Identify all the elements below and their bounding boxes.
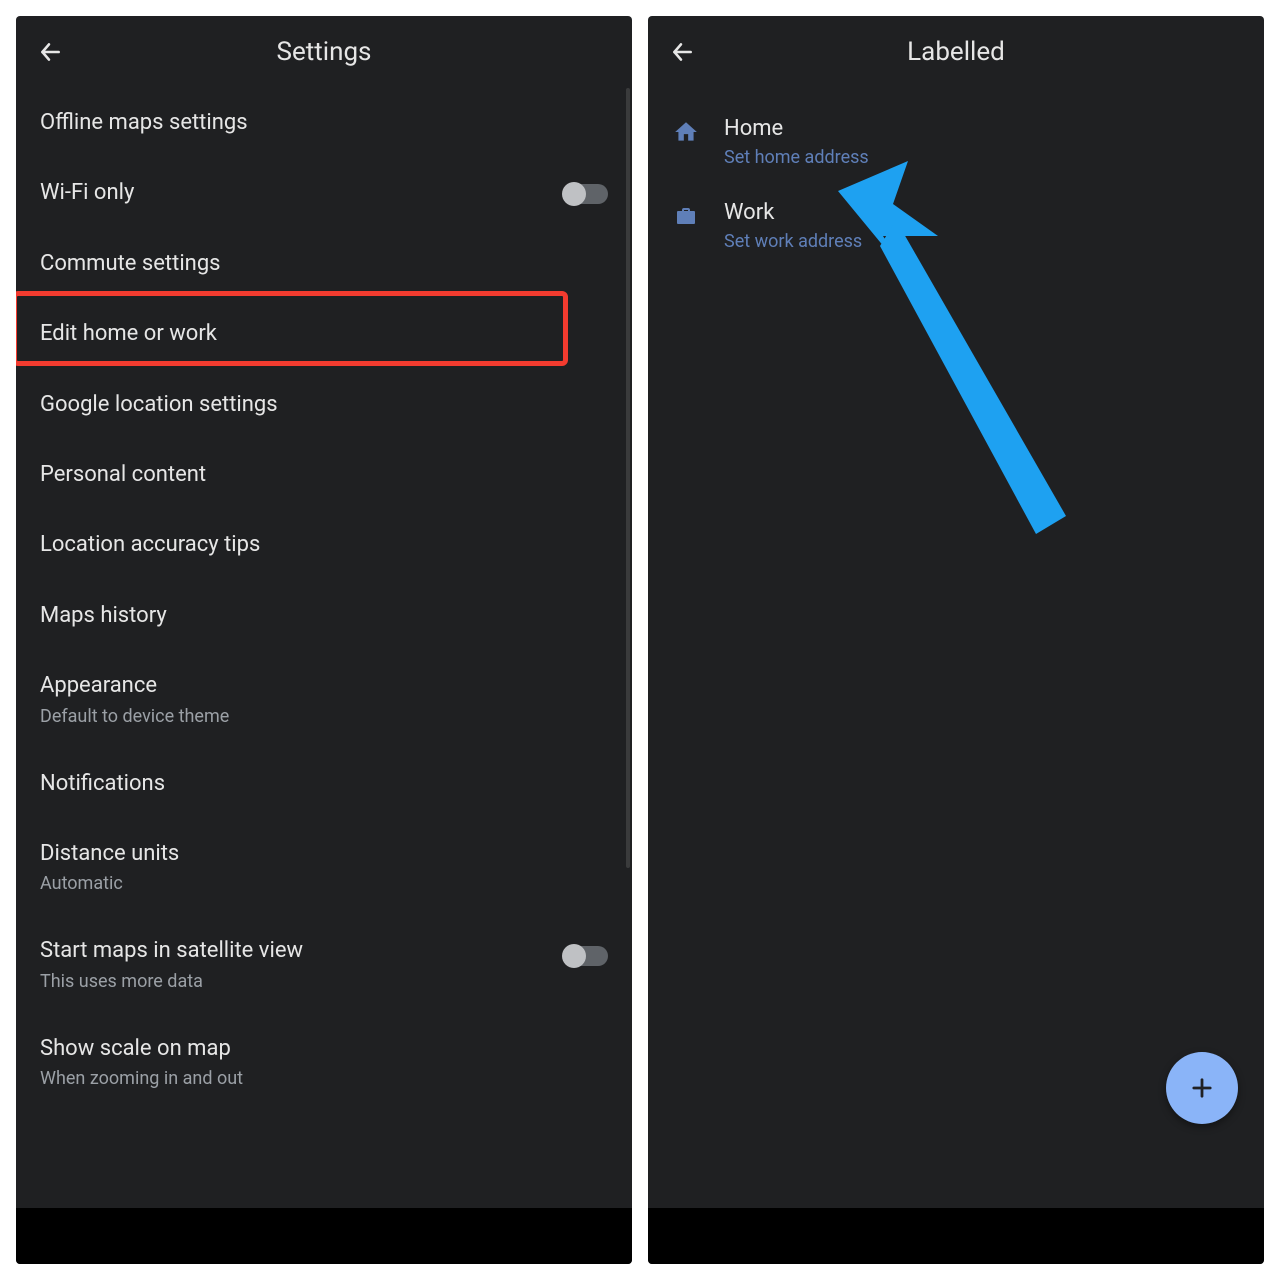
settings-item-maps-history[interactable]: Maps history — [16, 581, 632, 651]
settings-item-appearance[interactable]: Appearance Default to device theme — [16, 651, 632, 748]
labelled-list: Home Set home address Work Set work addr… — [648, 88, 1264, 280]
settings-item-edit-home-work[interactable]: Edit home or work — [16, 299, 632, 369]
item-sublabel: Default to device theme — [40, 706, 608, 727]
item-label: Maps history — [40, 603, 608, 629]
home-icon — [672, 118, 700, 146]
settings-item-commute[interactable]: Commute settings — [16, 229, 632, 299]
item-sublabel: Automatic — [40, 873, 608, 894]
item-label: Start maps in satellite view — [40, 938, 303, 964]
item-label: Google location settings — [40, 392, 608, 418]
settings-item-personal-content[interactable]: Personal content — [16, 440, 632, 510]
arrow-left-icon — [669, 39, 695, 65]
back-button[interactable] — [36, 38, 64, 66]
satellite-view-toggle[interactable] — [564, 946, 608, 966]
settings-item-notifications[interactable]: Notifications — [16, 749, 632, 819]
settings-item-distance-units[interactable]: Distance units Automatic — [16, 819, 632, 916]
item-label: Personal content — [40, 462, 608, 488]
item-sublabel: This uses more data — [40, 971, 303, 992]
nav-bar — [16, 1208, 632, 1264]
scrollbar[interactable] — [626, 88, 630, 868]
briefcase-icon — [672, 202, 700, 230]
arrow-left-icon — [37, 39, 63, 65]
labelled-item-work[interactable]: Work Set work address — [648, 184, 1264, 268]
labelled-title: Home — [724, 116, 869, 141]
labelled-item-home[interactable]: Home Set home address — [648, 100, 1264, 184]
settings-item-show-scale[interactable]: Show scale on map When zooming in and ou… — [16, 1014, 632, 1095]
item-label: Appearance — [40, 673, 608, 699]
nav-bar — [648, 1208, 1264, 1264]
labelled-desc: Set work address — [724, 231, 862, 252]
appbar: Settings — [16, 16, 632, 88]
settings-panel: Settings Offline maps settings Wi-Fi onl… — [16, 16, 632, 1264]
item-label: Offline maps settings — [40, 110, 608, 136]
page-title: Settings — [16, 37, 632, 67]
plus-icon — [1188, 1074, 1216, 1102]
appbar: Labelled — [648, 16, 1264, 88]
item-label: Wi-Fi only — [40, 180, 134, 206]
settings-item-wifi-only[interactable]: Wi-Fi only — [16, 158, 632, 228]
settings-item-offline-maps[interactable]: Offline maps settings — [16, 88, 632, 158]
item-sublabel: When zooming in and out — [40, 1068, 608, 1089]
labelled-title: Work — [724, 200, 862, 225]
item-label: Commute settings — [40, 251, 608, 277]
labelled-panel: Labelled Home Set home address — [648, 16, 1264, 1264]
add-label-fab[interactable] — [1166, 1052, 1238, 1124]
item-label: Show scale on map — [40, 1036, 608, 1062]
item-label: Notifications — [40, 771, 608, 797]
item-label: Distance units — [40, 841, 608, 867]
page-title: Labelled — [648, 37, 1264, 67]
settings-list: Offline maps settings Wi-Fi only Commute… — [16, 88, 632, 1095]
item-label: Edit home or work — [40, 321, 608, 347]
item-label: Location accuracy tips — [40, 532, 608, 558]
wifi-only-toggle[interactable] — [564, 184, 608, 204]
settings-item-google-location[interactable]: Google location settings — [16, 370, 632, 440]
back-button[interactable] — [668, 38, 696, 66]
settings-item-location-accuracy[interactable]: Location accuracy tips — [16, 510, 632, 580]
settings-item-satellite-view[interactable]: Start maps in satellite view This uses m… — [16, 916, 632, 1013]
labelled-desc: Set home address — [724, 147, 869, 168]
